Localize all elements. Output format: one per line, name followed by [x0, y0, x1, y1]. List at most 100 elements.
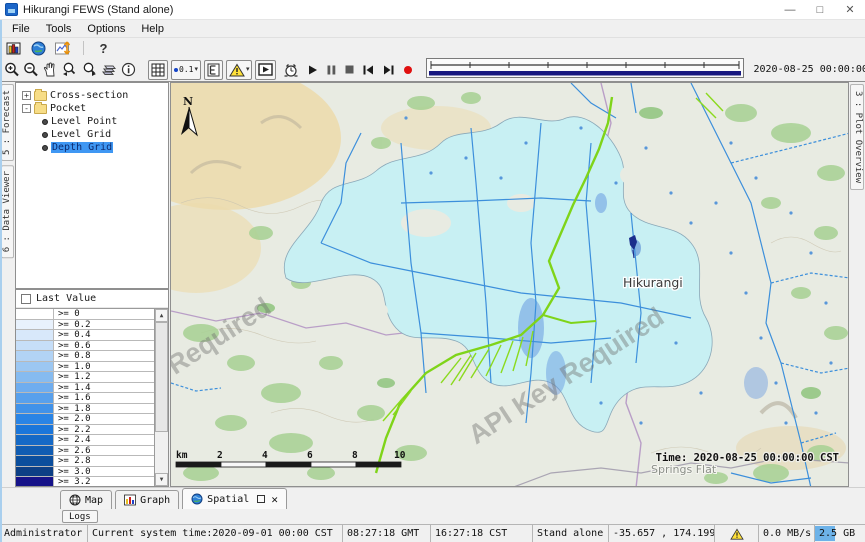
chevron-down-icon[interactable]: ▾: [246, 66, 250, 73]
animation-button[interactable]: [255, 60, 276, 80]
legend-toggle-button[interactable]: [204, 60, 223, 80]
tree-node-cross-section[interactable]: + Cross-section: [16, 89, 168, 102]
zoom-in-icon[interactable]: [4, 60, 20, 79]
menu-help[interactable]: Help: [133, 23, 172, 35]
legend-row-label: >= 1.2: [54, 372, 154, 382]
legend-row[interactable]: >= 1.6: [16, 393, 154, 404]
status-system-time: Current system time:2020-09-01 00:00 CST: [88, 525, 343, 542]
last-value-row: Last Value: [16, 290, 168, 308]
legend-row[interactable]: >= 1.8: [16, 404, 154, 415]
map-viewport[interactable]: API Key Required API Key Required Hikura…: [170, 82, 849, 487]
map-label-place: Springs Flat: [651, 463, 717, 476]
help-icon[interactable]: ?: [95, 41, 112, 56]
play-icon[interactable]: [308, 60, 318, 79]
legend-row[interactable]: >= 1.4: [16, 383, 154, 394]
info-icon[interactable]: [121, 60, 136, 79]
stop-icon[interactable]: [345, 60, 354, 79]
tree-node-depth-grid[interactable]: Depth Grid: [16, 141, 168, 154]
tree-node-level-point[interactable]: Level Point: [16, 115, 168, 128]
legend-row[interactable]: >= 0.8: [16, 351, 154, 362]
scrollbar-thumb[interactable]: [155, 322, 168, 432]
timeseries-dialog-icon[interactable]: [55, 41, 72, 56]
record-icon[interactable]: [403, 60, 413, 79]
legend-row[interactable]: >= 0.2: [16, 320, 154, 331]
map-toolbar: 0.1 ▾ ▾: [0, 58, 865, 82]
legend-row-label: >= 1.0: [54, 362, 154, 372]
bullet-icon: [42, 119, 48, 125]
spatial-display-icon[interactable]: [30, 41, 47, 56]
legend-row[interactable]: >= 2.2: [16, 425, 154, 436]
globe-icon: [191, 493, 203, 505]
expander-icon[interactable]: -: [22, 104, 31, 113]
menu-file[interactable]: File: [4, 23, 38, 35]
legend-row[interactable]: >= 1.0: [16, 362, 154, 373]
legend-row[interactable]: >= 2.4: [16, 435, 154, 446]
tree-node-label[interactable]: Cross-section: [50, 90, 128, 101]
expander-icon[interactable]: +: [22, 91, 31, 100]
legend-scrollbar[interactable]: ▲ ▼: [154, 309, 168, 486]
status-warning-cell[interactable]: [715, 525, 759, 542]
app-logo-icon: [5, 3, 18, 16]
legend-row-label: >= 0.8: [54, 351, 154, 361]
legend-row[interactable]: >= 2.6: [16, 446, 154, 457]
bottom-tab-bar: Map Graph Spatial ✕: [0, 487, 865, 509]
legend-row[interactable]: >= 1.2: [16, 372, 154, 383]
logs-button[interactable]: Logs: [62, 510, 98, 523]
close-icon[interactable]: ✕: [835, 0, 865, 19]
zoom-out-icon[interactable]: [23, 60, 39, 79]
scrollbar-track[interactable]: [155, 322, 168, 473]
legend-row-label: >= 1.6: [54, 393, 154, 403]
tab-data-viewer[interactable]: 6 : Data Viewer: [1, 165, 14, 258]
map-canvas[interactable]: API Key Required API Key Required Hikura…: [171, 83, 849, 487]
tree-node-level-grid[interactable]: Level Grid: [16, 128, 168, 141]
tree-node-pocket[interactable]: - Pocket: [16, 102, 168, 115]
chevron-down-icon[interactable]: ▾: [194, 66, 198, 73]
step-last-icon[interactable]: [383, 60, 394, 79]
tree-node-label[interactable]: Level Point: [51, 116, 117, 127]
step-first-icon[interactable]: [363, 60, 374, 79]
warning-levels-button[interactable]: ▾: [226, 60, 253, 80]
tab-close-icon[interactable]: ✕: [271, 493, 278, 506]
tab-spatial[interactable]: Spatial ✕: [182, 488, 287, 509]
grid-display-button[interactable]: [148, 60, 168, 80]
tree-node-label-selected[interactable]: Depth Grid: [51, 142, 113, 153]
tab-maximize-icon[interactable]: [257, 495, 265, 503]
legend-row[interactable]: >= 0: [16, 309, 154, 320]
bar-chart-icon: [124, 494, 136, 506]
scroll-up-icon[interactable]: ▲: [155, 309, 168, 322]
tab-map[interactable]: Map: [60, 490, 112, 509]
menu-options[interactable]: Options: [79, 23, 133, 35]
maximize-icon[interactable]: □: [805, 0, 835, 19]
legend-color-swatch: [16, 477, 54, 486]
legend-row-label: >= 2.0: [54, 414, 154, 424]
legend-color-swatch: [16, 309, 54, 319]
tree-node-label[interactable]: Pocket: [50, 103, 86, 114]
legend-row[interactable]: >= 3.0: [16, 467, 154, 478]
last-value-label: Last Value: [36, 293, 96, 304]
legend-row[interactable]: >= 2.0: [16, 414, 154, 425]
tab-plot-overview[interactable]: 3 : Plot Overview: [850, 84, 864, 190]
tab-forecast[interactable]: 5 : Forecast: [1, 84, 14, 161]
pause-icon[interactable]: [327, 60, 336, 79]
legend-row[interactable]: >= 0.6: [16, 341, 154, 352]
tab-graph[interactable]: Graph: [115, 490, 179, 509]
pan-hand-icon[interactable]: [42, 60, 58, 79]
minimize-icon[interactable]: —: [775, 0, 805, 19]
zoom-next-icon[interactable]: [81, 60, 98, 79]
timeline-slider[interactable]: [426, 58, 744, 81]
legend-row[interactable]: >= 3.2: [16, 477, 154, 486]
map-label-city: Hikurangi: [623, 275, 683, 290]
menu-tools[interactable]: Tools: [38, 23, 80, 35]
tree-node-label[interactable]: Level Grid: [51, 129, 111, 140]
scroll-down-icon[interactable]: ▼: [155, 473, 168, 486]
legend-row[interactable]: >= 0.4: [16, 330, 154, 341]
legend-row[interactable]: >= 2.8: [16, 456, 154, 467]
layers-icon[interactable]: [101, 60, 118, 79]
svg-text:10: 10: [394, 450, 406, 461]
time-control-icon[interactable]: [283, 60, 299, 79]
status-memory: 2.5 GB: [815, 525, 865, 542]
database-display-icon[interactable]: [5, 41, 22, 56]
zoom-previous-icon[interactable]: [61, 60, 78, 79]
threshold-value-button[interactable]: 0.1 ▾: [171, 60, 201, 80]
last-value-checkbox[interactable]: [21, 294, 31, 304]
